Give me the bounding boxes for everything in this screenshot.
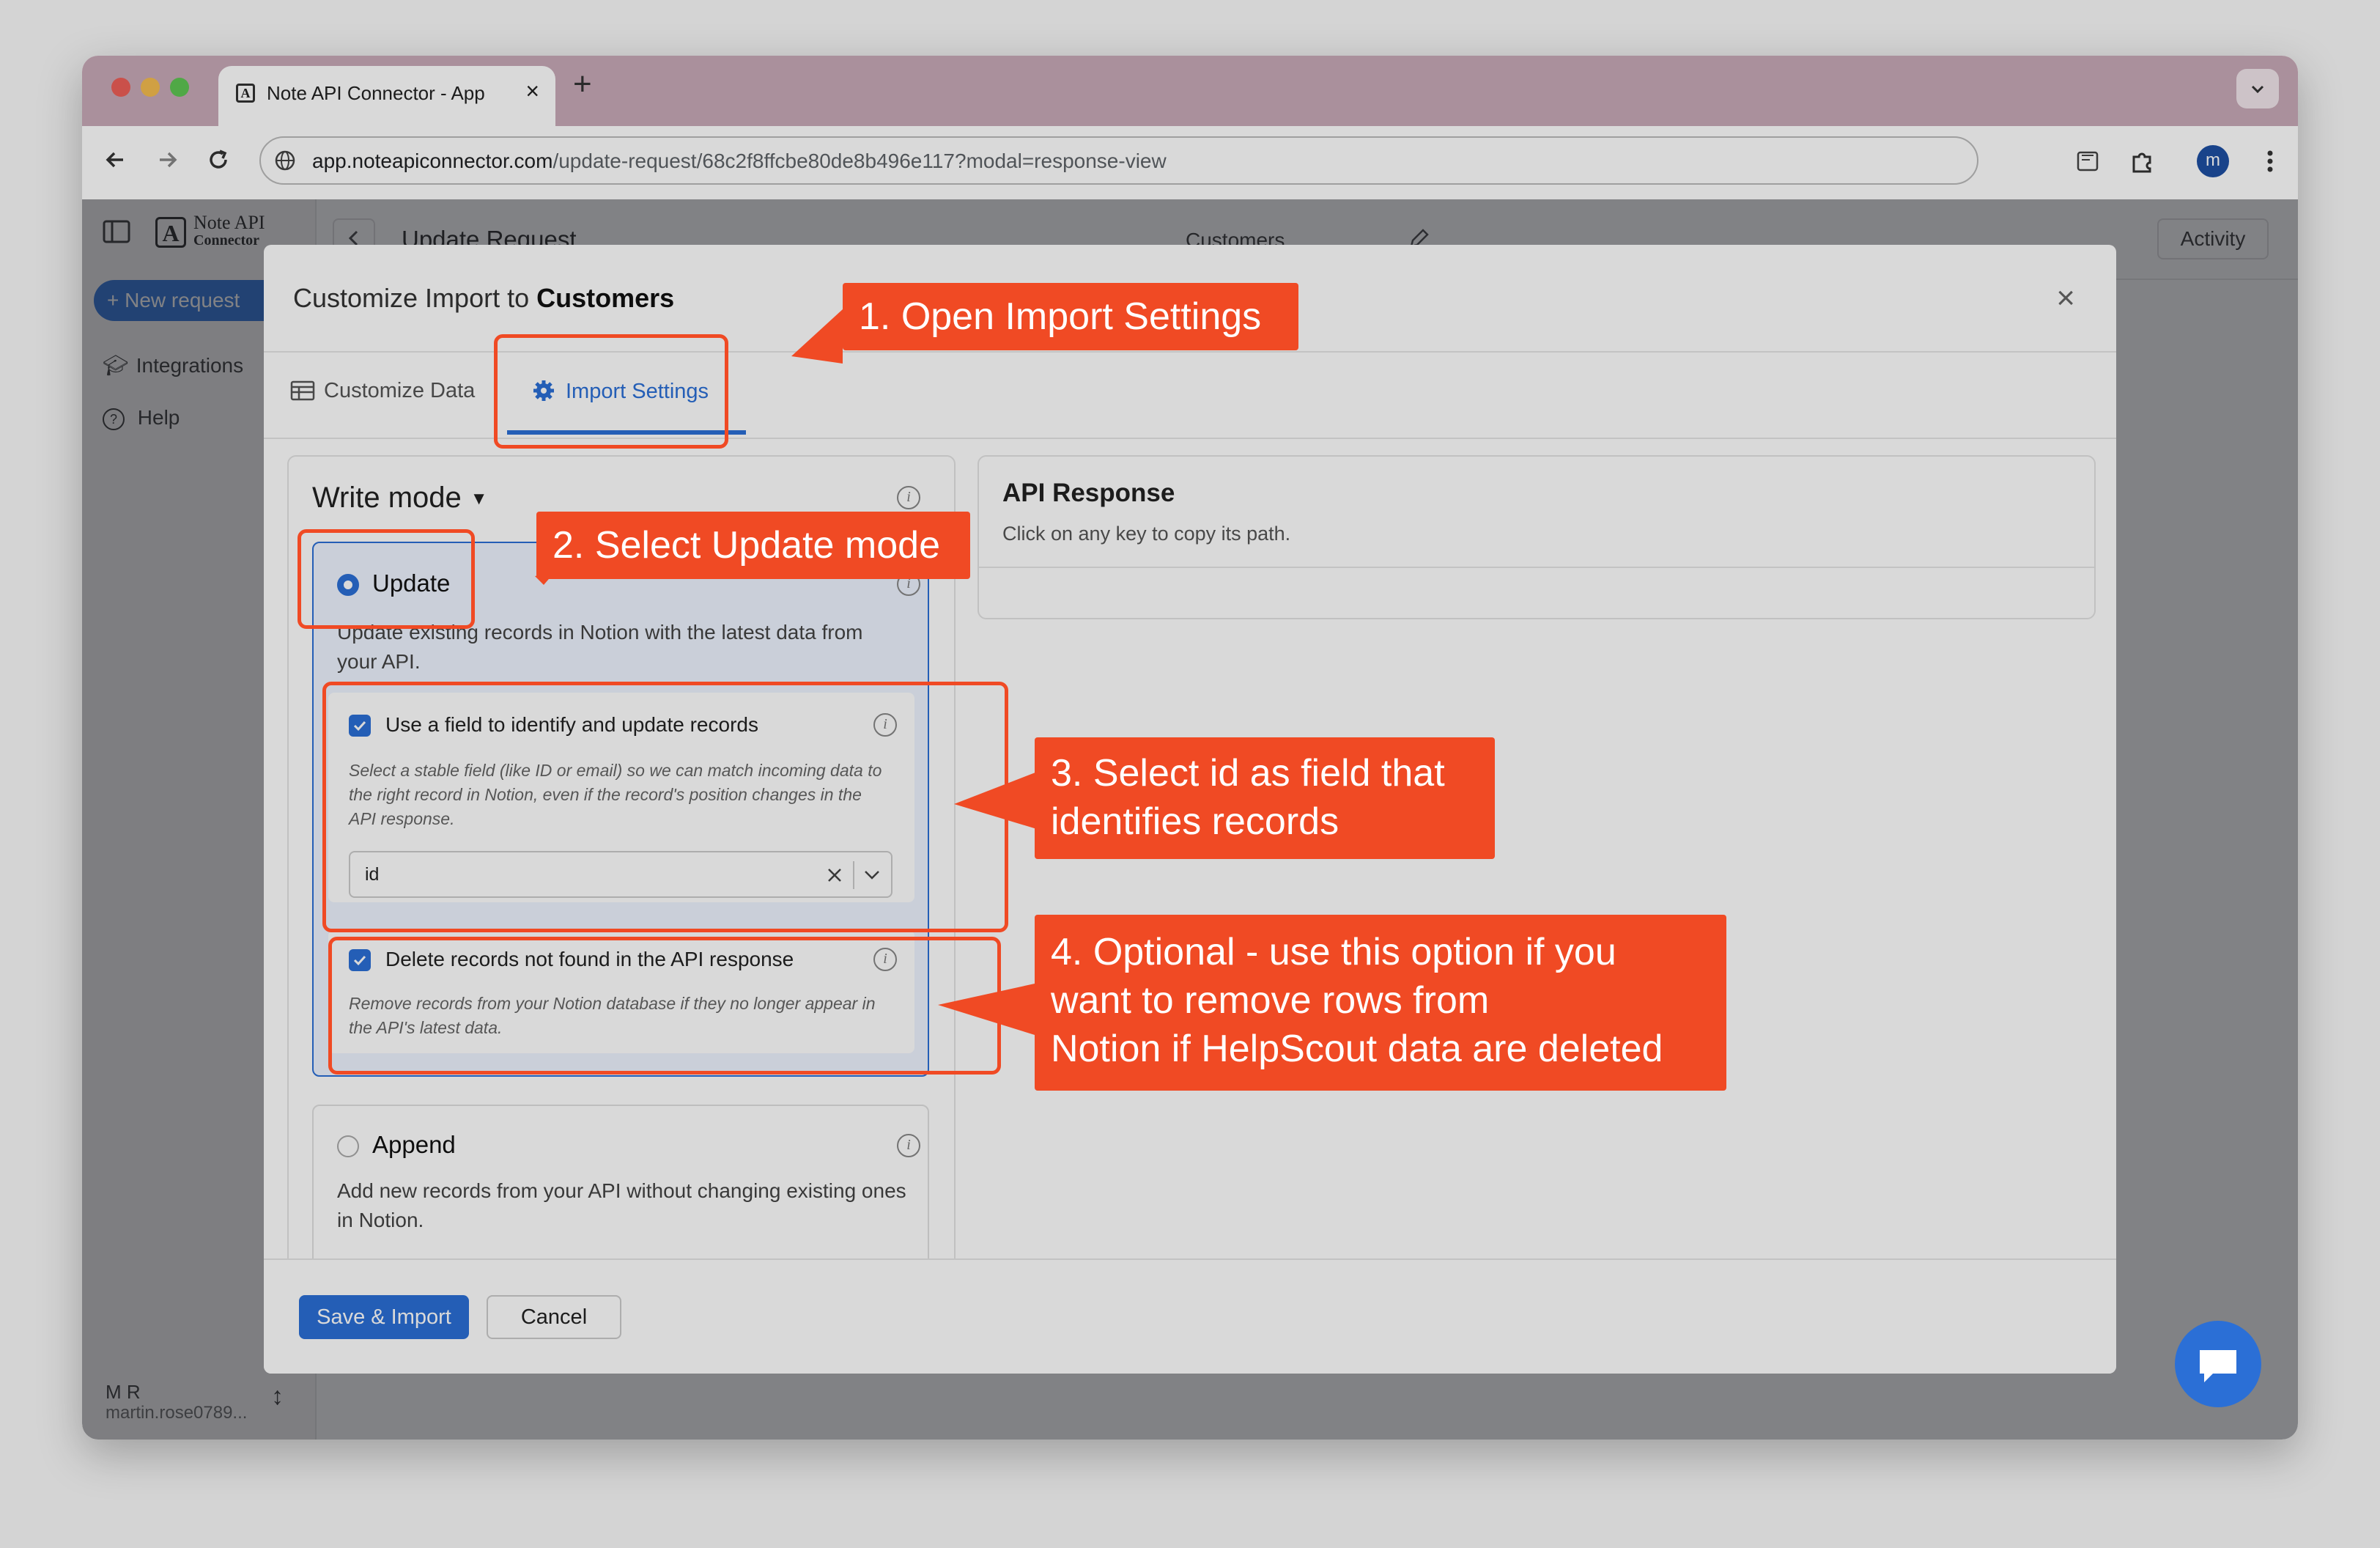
callout-line: identifies records <box>1051 800 1339 843</box>
profile-avatar[interactable]: m <box>2197 145 2229 177</box>
write-mode-toggle[interactable]: Write mode ▼ <box>312 482 488 515</box>
append-option-description: Add new records from your API without ch… <box>337 1179 906 1231</box>
modal-close-icon[interactable]: × <box>2056 280 2075 317</box>
browser-tab-bar: A Note API Connector - App × + <box>82 56 2298 126</box>
tab-search-icon[interactable] <box>2072 145 2104 177</box>
maximize-window-button[interactable] <box>170 78 189 97</box>
chevron-down-icon <box>2251 85 2264 94</box>
tab-close-icon[interactable]: × <box>525 78 539 105</box>
info-icon[interactable]: i <box>897 486 920 509</box>
api-response-divider <box>979 567 2094 568</box>
close-window-button[interactable] <box>111 78 130 97</box>
url-path: /update-request/68c2f8ffcbe80de8b496e117… <box>552 150 1167 172</box>
browser-toolbar: app.noteapiconnector.com/update-request/… <box>82 126 2298 199</box>
append-option-label: Append <box>372 1131 456 1158</box>
highlight-identify-field <box>322 682 1008 932</box>
info-icon[interactable]: i <box>897 1134 920 1157</box>
api-response-panel: API Response Click on any key to copy it… <box>978 455 2096 619</box>
url-text: app.noteapiconnector.com/update-request/… <box>312 150 1167 173</box>
highlight-delete-records <box>328 937 1001 1075</box>
callout-line: Notion if HelpScout data are deleted <box>1051 1028 1663 1070</box>
write-mode-label: Write mode <box>312 482 462 514</box>
app-favicon-icon: A <box>236 84 255 103</box>
more-menu-icon[interactable] <box>2254 145 2286 177</box>
callout-line: want to remove rows from <box>1051 979 1490 1022</box>
reload-icon[interactable] <box>204 145 233 174</box>
new-tab-button[interactable]: + <box>573 66 592 103</box>
chat-widget-button[interactable] <box>2175 1321 2261 1407</box>
modal-title-database: Customers <box>536 283 675 313</box>
forward-arrow-icon[interactable] <box>152 145 182 174</box>
callout-line: 3. Select id as field that <box>1051 752 1445 795</box>
chat-bubble-icon <box>2200 1350 2236 1382</box>
append-radio[interactable] <box>337 1135 359 1157</box>
modal-title: Customize Import to Customers <box>293 283 674 314</box>
callout-optional-delete: 4. Optional - use this option if you wan… <box>1035 915 1726 1091</box>
api-response-subtitle: Click on any key to copy its path. <box>1002 523 1291 545</box>
highlight-update-option <box>298 529 475 629</box>
api-response-title: API Response <box>1002 479 1175 507</box>
browser-tab[interactable]: A Note API Connector - App × <box>218 66 555 126</box>
address-bar[interactable]: app.noteapiconnector.com/update-request/… <box>259 136 1978 185</box>
cancel-button[interactable]: Cancel <box>487 1295 621 1339</box>
browser-window: A Note API Connector - App × + app.notea… <box>82 56 2298 1440</box>
back-arrow-icon[interactable] <box>101 145 130 174</box>
tab-label: Customize Data <box>324 379 476 402</box>
minimize-window-button[interactable] <box>141 78 160 97</box>
table-icon <box>290 380 315 401</box>
save-import-button[interactable]: Save & Import <box>299 1295 469 1339</box>
callout-open-import-settings: 1. Open Import Settings <box>843 283 1298 350</box>
callout-select-update-mode: 2. Select Update mode <box>536 512 970 579</box>
callout-select-id-field: 3. Select id as field that identifies re… <box>1035 737 1495 859</box>
highlight-import-settings-tab <box>494 334 728 449</box>
callout-line: 4. Optional - use this option if you <box>1051 931 1616 973</box>
url-host: app.noteapiconnector.com <box>312 150 553 172</box>
site-info-icon[interactable] <box>273 148 298 173</box>
tab-title: Note API Connector - App <box>267 82 485 104</box>
caret-down-icon: ▼ <box>470 489 488 509</box>
modal-title-prefix: Customize Import to <box>293 283 537 313</box>
tab-search-button[interactable] <box>2236 69 2279 108</box>
tab-customize-data[interactable]: Customize Data <box>290 379 475 403</box>
modal-footer: Save & Import Cancel <box>264 1258 2116 1374</box>
extensions-puzzle-icon[interactable] <box>2126 145 2159 177</box>
